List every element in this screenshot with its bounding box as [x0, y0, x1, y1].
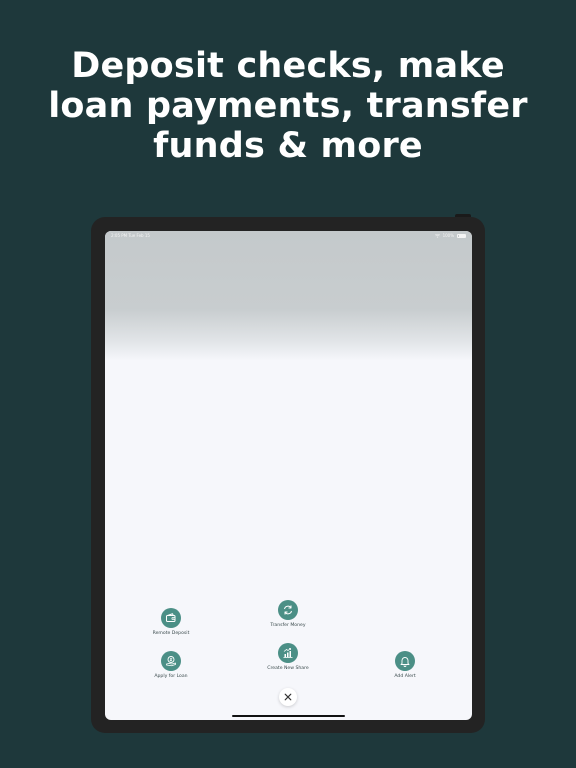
status-time: 2:05 PM Tue Feb 15 [111, 233, 150, 238]
headline-line-2: loan payments, transfer [48, 86, 528, 126]
add-alert-button[interactable]: Add Alert [365, 651, 445, 679]
create-new-share-button[interactable]: Create New Share [248, 643, 328, 671]
create-new-share-circle[interactable] [278, 643, 298, 663]
status-indicators: 100% [434, 233, 466, 238]
headline-line-3: funds & more [153, 126, 423, 166]
remote-deposit-label: Remote Deposit [152, 631, 190, 636]
apply-for-loan-circle[interactable] [161, 651, 181, 671]
blurred-header [105, 231, 472, 361]
add-alert-circle[interactable] [395, 651, 415, 671]
wallet-icon [166, 613, 176, 622]
close-icon [284, 693, 292, 701]
apply-for-loan-button[interactable]: Apply for Loan [131, 651, 211, 679]
transfer-arrows-icon [284, 605, 292, 615]
growth-chart-icon [283, 648, 293, 658]
headline-line-1: Deposit checks, make [71, 46, 505, 86]
battery-icon [457, 233, 466, 238]
transfer-money-circle[interactable] [278, 600, 298, 620]
bell-icon [400, 657, 410, 667]
remote-deposit-circle[interactable] [161, 608, 181, 628]
battery-percent: 100% [442, 233, 454, 238]
create-new-share-label: Create New Share [267, 666, 309, 671]
marketing-headline: Deposit checks, make loan payments, tran… [0, 46, 576, 166]
transfer-money-button[interactable]: Transfer Money [248, 600, 328, 628]
apply-for-loan-label: Apply for Loan [154, 674, 188, 679]
wifi-icon [434, 233, 440, 238]
home-indicator[interactable] [232, 715, 345, 717]
status-bar: 2:05 PM Tue Feb 15 100% [105, 231, 472, 241]
add-alert-label: Add Alert [394, 674, 416, 679]
close-button[interactable] [279, 688, 297, 706]
remote-deposit-button[interactable]: Remote Deposit [131, 608, 211, 636]
transfer-money-label: Transfer Money [270, 623, 306, 628]
loan-hand-coin-icon [166, 656, 176, 667]
